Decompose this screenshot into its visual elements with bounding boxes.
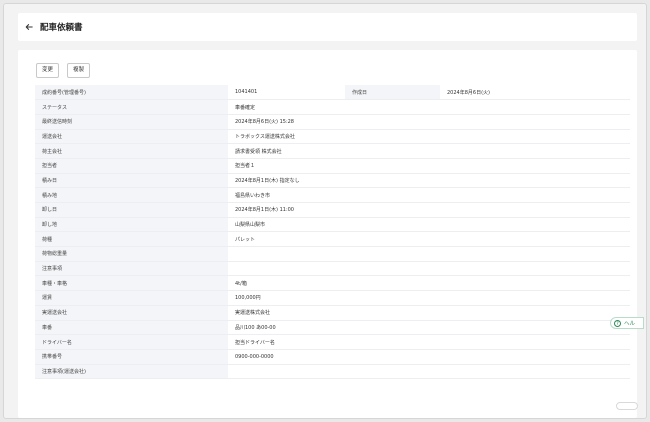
row-value: 0900-000-0000: [228, 349, 630, 365]
action-buttons: 変更 複製: [36, 63, 90, 78]
row-value: 品川100 あ00-00: [228, 320, 630, 336]
change-button[interactable]: 変更: [36, 63, 59, 78]
row-label: 実運送会社: [35, 305, 228, 321]
row-label: 荷種: [35, 231, 228, 248]
table-row: 荷主会社 請求書受領 株式会社: [35, 143, 630, 159]
row-label: 車種・車格: [35, 275, 228, 292]
table-row: 注意事項: [35, 261, 630, 277]
row-value: トラボックス運送株式会社: [228, 129, 630, 145]
row-value: [228, 364, 630, 380]
row-value: 担当者１: [228, 158, 630, 174]
page-header: 配車依頼書: [18, 13, 637, 41]
row-label: 運送会社: [35, 129, 228, 145]
table-row: 車種・車格 4t/箱: [35, 275, 630, 292]
row-label: 注意事項: [35, 261, 228, 277]
row-label: ステータス: [35, 99, 228, 115]
row-value: 4t/箱: [228, 275, 630, 292]
row-value: [228, 261, 630, 277]
row-value: パレット: [228, 231, 630, 248]
row-value: 100,000円: [228, 290, 630, 306]
row-value: 福島県いわき市: [228, 187, 630, 203]
table-row: 成約番号(管理番号) 1041401 作成日 2024年8月6日(火): [35, 85, 630, 101]
help-label: ヘル: [624, 321, 636, 327]
row-value: 2024年8月6日(火) 15:28: [228, 114, 630, 130]
created-date-value: 2024年8月6日(火): [440, 85, 630, 101]
row-value: 2024年8月1日(木) 11:00: [228, 202, 630, 218]
row-label: 積み日: [35, 173, 228, 189]
help-button[interactable]: ? ヘル: [610, 317, 644, 329]
table-row: 実運送会社 実運送株式会社: [35, 305, 630, 321]
row-value: 車番確定: [228, 99, 630, 115]
row-value: 2024年8月1日(木) 指定なし: [228, 173, 630, 189]
row-label: ドライバー名: [35, 334, 228, 350]
back-arrow-icon[interactable]: [24, 22, 34, 32]
table-row: 荷物総重量: [35, 246, 630, 262]
table-row: 運賃 100,000円: [35, 290, 630, 306]
table-row: 卸し日 2024年8月1日(木) 11:00: [35, 202, 630, 218]
table-row: 注意事項(運送会社): [35, 364, 630, 380]
page-title: 配車依頼書: [40, 23, 83, 33]
row-value: 1041401: [228, 85, 345, 101]
row-label: 最終送信時刻: [35, 114, 228, 130]
row-label: 荷物総重量: [35, 246, 228, 262]
table-row: 荷種 パレット: [35, 231, 630, 248]
row-label: 車番: [35, 320, 228, 336]
table-row: 積み地 福島県いわき市: [35, 187, 630, 203]
row-label: 運賃: [35, 290, 228, 306]
table-row: 積み日 2024年8月1日(木) 指定なし: [35, 173, 630, 189]
detail-table: 成約番号(管理番号) 1041401 作成日 2024年8月6日(火) ステータ…: [35, 85, 630, 380]
created-date-label: 作成日: [345, 85, 440, 101]
row-label: 成約番号(管理番号): [35, 85, 228, 101]
app-frame: 配車依頼書 変更 複製 成約番号(管理番号) 1041401 作成日 2024年…: [3, 3, 647, 419]
row-label: 卸し日: [35, 202, 228, 218]
scroll-top-button[interactable]: [616, 402, 638, 410]
row-value: 山梨県山梨市: [228, 217, 630, 233]
table-row: 最終送信時刻 2024年8月6日(火) 15:28: [35, 114, 630, 130]
table-row: ステータス 車番確定: [35, 99, 630, 115]
row-value: 実運送株式会社: [228, 305, 630, 321]
table-row: 担当者 担当者１: [35, 158, 630, 174]
table-row: 卸し地 山梨県山梨市: [35, 217, 630, 233]
table-row: 車番 品川100 あ00-00: [35, 320, 630, 336]
detail-panel: 変更 複製 成約番号(管理番号) 1041401 作成日 2024年8月6日(火…: [18, 50, 637, 418]
table-row: ドライバー名 担当ドライバー名: [35, 334, 630, 350]
row-label: 携帯番号: [35, 349, 228, 365]
copy-button[interactable]: 複製: [67, 63, 90, 78]
row-value: [228, 246, 630, 262]
row-value: 請求書受領 株式会社: [228, 143, 630, 159]
question-icon: ?: [614, 319, 621, 327]
row-value: 担当ドライバー名: [228, 334, 630, 350]
row-label: 担当者: [35, 158, 228, 174]
table-row: 運送会社 トラボックス運送株式会社: [35, 129, 630, 145]
table-row: 携帯番号 0900-000-0000: [35, 349, 630, 365]
row-label: 注意事項(運送会社): [35, 364, 228, 380]
row-label: 荷主会社: [35, 143, 228, 159]
row-label: 積み地: [35, 187, 228, 203]
row-label: 卸し地: [35, 217, 228, 233]
